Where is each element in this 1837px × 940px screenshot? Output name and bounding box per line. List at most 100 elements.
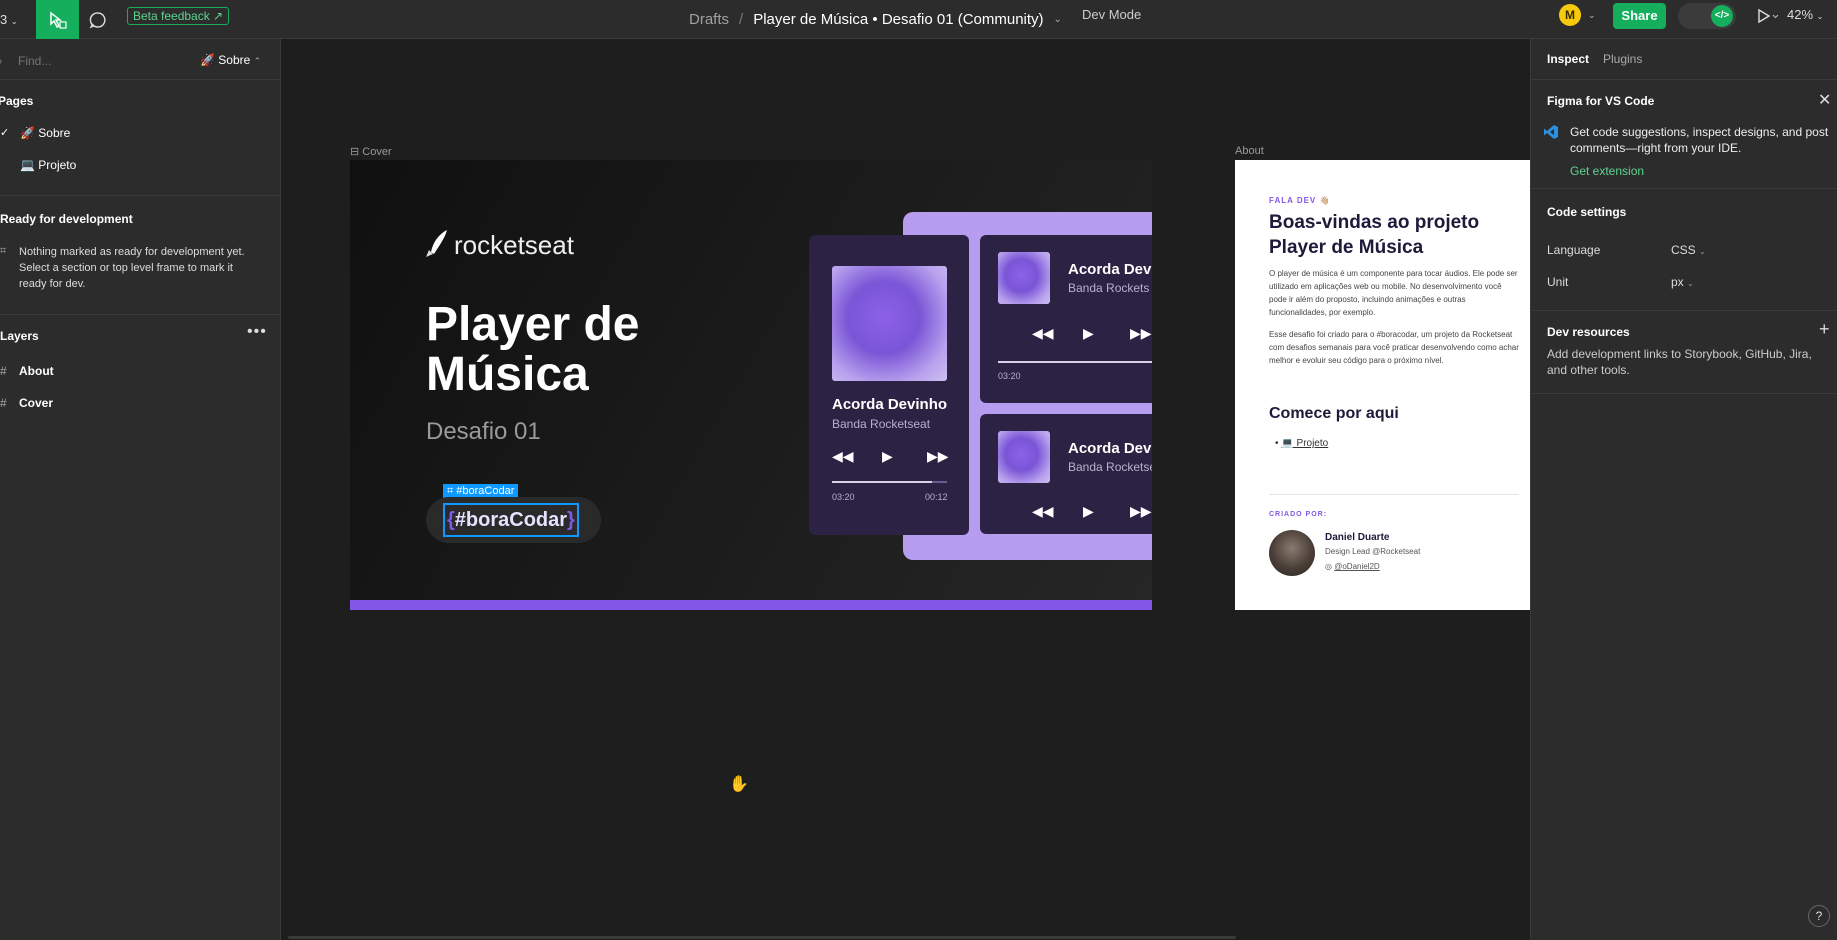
author-avatar xyxy=(1269,530,1315,576)
user-avatar[interactable]: M xyxy=(1559,4,1581,26)
page-item-sobre[interactable]: ✓ 🚀 Sobre xyxy=(0,126,281,146)
vscode-promo-text: Get code suggestions, inspect designs, a… xyxy=(1570,125,1829,155)
vscode-promo-title: Figma for VS Code xyxy=(1547,94,1655,108)
hashtag-close-brace: } xyxy=(567,509,575,531)
check-icon: ✓ xyxy=(0,127,10,139)
layer-item-cover[interactable]: # Cover xyxy=(0,396,281,414)
page-item-projeto[interactable]: 💻 Projeto xyxy=(0,158,281,178)
hashtag-text[interactable]: {#boraCodar} xyxy=(443,503,579,537)
about-paragraph-2: Esse desafio foi criado para o #boracoda… xyxy=(1269,330,1519,365)
zoom-menu[interactable]: 42% ⌄ xyxy=(1787,0,1823,32)
design-canvas[interactable]: ⊟ Cover About rocketseat Player de Músic… xyxy=(282,39,1530,940)
help-button[interactable]: ? xyxy=(1808,905,1830,927)
track-artist: Banda Rockets xyxy=(1068,281,1150,295)
comment-tool-button[interactable] xyxy=(85,7,111,33)
progress-bar[interactable] xyxy=(998,361,1152,363)
tab-plugins[interactable]: Plugins xyxy=(1603,52,1642,66)
language-select[interactable]: CSS ⌄ xyxy=(1671,243,1706,257)
move-tool-button[interactable] xyxy=(36,0,79,39)
rewind-icon[interactable]: ◀◀ xyxy=(1032,325,1054,342)
chevron-down-icon[interactable]: ⌄ xyxy=(1054,14,1062,25)
cover-accent-bar xyxy=(350,600,1152,610)
start-here-item: • 💻 Projeto xyxy=(1275,438,1328,449)
language-value: CSS xyxy=(1671,243,1696,257)
file-name[interactable]: Player de Música • Desafio 01 (Community… xyxy=(753,11,1043,28)
chevron-down-icon: ⌄ xyxy=(1687,279,1694,288)
fast-forward-icon[interactable]: ▶▶ xyxy=(927,448,949,465)
player-card-bottom: Acorda Devi Banda Rocketse ◀◀ ▶ ▶▶ xyxy=(980,414,1152,534)
share-button[interactable]: Share xyxy=(1613,3,1666,29)
author-handle[interactable]: @oDaniel2D xyxy=(1334,562,1379,571)
rewind-icon[interactable]: ◀◀ xyxy=(1032,503,1054,520)
start-here-title: Comece por aqui xyxy=(1269,405,1399,422)
rewind-icon[interactable]: ◀◀ xyxy=(832,448,854,465)
author-role: Design Lead @Rocketseat xyxy=(1325,547,1421,556)
page-selector[interactable]: 🚀 Sobre ⌃ xyxy=(200,53,261,67)
frame-icon: # xyxy=(0,396,7,410)
progress-bar[interactable] xyxy=(832,481,947,483)
chevron-down-icon[interactable]: ⌄ xyxy=(1588,0,1596,30)
add-icon[interactable]: + xyxy=(1819,319,1830,340)
cover-title-line1: Player de xyxy=(426,298,640,351)
close-icon[interactable]: ✕ xyxy=(1818,90,1831,110)
unit-select[interactable]: px ⌄ xyxy=(1671,275,1694,289)
track-artist: Banda Rocketse xyxy=(1068,460,1152,474)
chevron-up-icon: ⌃ xyxy=(253,56,262,66)
selection-tag-label: #boraCodar xyxy=(456,485,515,497)
top-toolbar: 3 ⌄ Beta feedback ↗ Drafts / Player de M… xyxy=(0,0,1837,39)
cover-frame[interactable]: rocketseat Player de Música Desafio 01 ⌗… xyxy=(350,160,1152,610)
album-art xyxy=(998,431,1050,483)
pages-header: Pages xyxy=(0,94,34,108)
find-input[interactable] xyxy=(0,51,150,71)
breadcrumb-drafts-link[interactable]: Drafts xyxy=(689,11,729,28)
about-frame-label[interactable]: About xyxy=(1235,145,1264,157)
play-icon[interactable]: ▶ xyxy=(1083,325,1094,342)
about-paragraph-1: O player de música é um componente para … xyxy=(1269,269,1518,317)
unit-label: Unit xyxy=(1547,275,1569,289)
divider xyxy=(1531,310,1837,311)
beta-feedback-button[interactable]: Beta feedback ↗ xyxy=(127,7,230,25)
main-menu-label: 3 xyxy=(0,12,8,27)
get-extension-link[interactable]: Get extension xyxy=(1570,164,1644,178)
album-art xyxy=(998,252,1050,304)
album-art xyxy=(832,266,947,381)
cover-frame-label[interactable]: ⊟ Cover xyxy=(350,145,392,158)
code-icon: </> xyxy=(1711,5,1733,27)
code-settings-title: Code settings xyxy=(1547,205,1627,219)
about-title: Boas-vindas ao projeto Player de Música xyxy=(1269,212,1480,258)
chevron-down-icon: ⌄ xyxy=(1699,247,1706,256)
page-item-label: 💻 Projeto xyxy=(20,158,77,172)
hashtag-label: #boraCodar xyxy=(454,509,568,531)
projeto-link[interactable]: 💻 Projeto xyxy=(1281,438,1328,449)
play-icon[interactable]: ▶ xyxy=(882,448,893,465)
dev-resources-title: Dev resources xyxy=(1547,325,1630,339)
play-icon xyxy=(1758,8,1779,24)
figma-dev-mode-app: 3 ⌄ Beta feedback ↗ Drafts / Player de M… xyxy=(0,0,1837,940)
layer-item-about[interactable]: # About xyxy=(0,364,281,382)
cover-title-line2: Música xyxy=(426,348,589,401)
instagram-icon: ◎ xyxy=(1325,562,1332,571)
more-options-icon[interactable]: ••• xyxy=(247,323,267,341)
vscode-icon xyxy=(1544,125,1558,139)
tab-inspect[interactable]: Inspect xyxy=(1547,52,1589,66)
about-frame[interactable]: FALA DEV 👋🏼 Boas-vindas ao projeto Playe… xyxy=(1235,160,1530,610)
page-selector-label: 🚀 Sobre xyxy=(200,53,251,67)
dev-mode-label: Dev Mode xyxy=(1082,7,1142,22)
player-card-top: Acorda Devin Banda Rockets ◀◀ ▶ ▶▶ 03:20 xyxy=(980,235,1152,403)
horizontal-scrollbar[interactable] xyxy=(288,936,1236,939)
present-button[interactable] xyxy=(1756,7,1780,25)
divider xyxy=(1531,79,1837,80)
divider xyxy=(1531,188,1837,189)
divider xyxy=(0,195,281,196)
left-sidebar: ⌕ 🚀 Sobre ⌃ Pages ✓ 🚀 Sobre 💻 Projeto Re… xyxy=(0,39,281,940)
rocketseat-logo-icon xyxy=(426,230,447,257)
hand-cursor-icon: ✋ xyxy=(729,776,749,793)
play-icon[interactable]: ▶ xyxy=(1083,503,1094,520)
frame-icon: ⊟ xyxy=(350,146,360,158)
dev-mode-toggle[interactable]: </> xyxy=(1678,3,1736,29)
hashtag-open-brace: { xyxy=(447,509,455,531)
fast-forward-icon[interactable]: ▶▶ xyxy=(1130,325,1152,342)
ready-for-dev-header: Ready for development xyxy=(0,212,133,226)
main-menu-button[interactable]: 3 ⌄ xyxy=(0,0,26,39)
fast-forward-icon[interactable]: ▶▶ xyxy=(1130,503,1152,520)
